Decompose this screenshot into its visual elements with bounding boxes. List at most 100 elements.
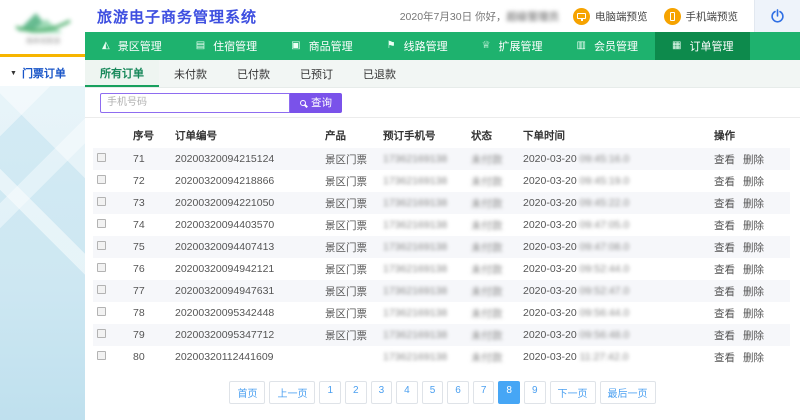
row-checkbox[interactable] xyxy=(97,175,106,184)
cell-seq: 72 xyxy=(129,170,171,192)
nav-item-scenic-spot[interactable]: ◭景区管理 xyxy=(85,32,179,60)
row-checkbox[interactable] xyxy=(97,329,106,338)
view-link[interactable]: 查看 xyxy=(714,176,735,188)
nav-item-hotel[interactable]: ▤住宿管理 xyxy=(179,32,274,60)
table-row: 73 20200320094221050 景区门票 17362169138 未付… xyxy=(93,192,790,214)
delete-link[interactable]: 删除 xyxy=(743,220,764,232)
page-1[interactable]: 1 xyxy=(319,381,341,404)
delete-link[interactable]: 删除 xyxy=(743,176,764,188)
cell-status: 未付款 xyxy=(467,148,519,170)
page-5[interactable]: 5 xyxy=(422,381,444,404)
main-content: 所有订单未付款已付款已预订已退款 查询 序号 订单编号 产 xyxy=(85,60,800,420)
cell-order-time: 2020-03-20 09:52:47.0 xyxy=(519,280,661,302)
cell-actions: 查看删除 xyxy=(710,236,790,258)
nav-item-goods[interactable]: ▣商品管理 xyxy=(274,32,369,60)
cell-phone: 17362169138 xyxy=(379,280,467,302)
tab-4[interactable]: 已退款 xyxy=(348,60,411,87)
tab-1[interactable]: 未付款 xyxy=(159,60,222,87)
view-link[interactable]: 查看 xyxy=(714,154,735,166)
page-first[interactable]: 首页 xyxy=(229,381,265,404)
page-7[interactable]: 7 xyxy=(473,381,495,404)
delete-link[interactable]: 删除 xyxy=(743,286,764,298)
view-link[interactable]: 查看 xyxy=(714,308,735,320)
row-checkbox[interactable] xyxy=(97,285,106,294)
cell-phone: 17362169138 xyxy=(379,236,467,258)
cell-order-time: 2020-03-20 09:47:08.0 xyxy=(519,236,661,258)
cell-order-no: 20200320094215124 xyxy=(171,148,321,170)
current-user-name: 超级管理员 xyxy=(507,9,560,24)
row-checkbox[interactable] xyxy=(97,219,106,228)
cell-product: 景区门票 xyxy=(321,236,379,258)
view-link[interactable]: 查看 xyxy=(714,198,735,210)
cell-product: 景区门票 xyxy=(321,258,379,280)
row-checkbox[interactable] xyxy=(97,263,106,272)
cell-phone: 17362169138 xyxy=(379,346,467,368)
mobile-preview-button[interactable]: 手机端预览 xyxy=(664,8,739,25)
view-link[interactable]: 查看 xyxy=(714,286,735,298)
cell-order-time: 2020-03-20 09:47:05.0 xyxy=(519,214,661,236)
cell-order-time: 2020-03-20 09:56:44.0 xyxy=(519,302,661,324)
logout-button[interactable] xyxy=(754,0,800,32)
goods-icon: ▣ xyxy=(291,41,300,51)
page-9[interactable]: 9 xyxy=(524,381,546,404)
header-controls: 2020年7月30日 你好， 超级管理员 电脑端预览 手机端预览 xyxy=(400,0,800,32)
cell-product: 景区门票 xyxy=(321,148,379,170)
search-button[interactable]: 查询 xyxy=(290,93,342,113)
main-nav: ◭景区管理▤住宿管理▣商品管理 ⚑ 线路管理 ♕扩展管理▥会员管理▦订单管理 xyxy=(85,32,800,60)
nav-item-route[interactable]: ⚑ 线路管理 xyxy=(370,32,465,60)
page-3[interactable]: 3 xyxy=(371,381,393,404)
view-link[interactable]: 查看 xyxy=(714,220,735,232)
view-link[interactable]: 查看 xyxy=(714,242,735,254)
app-window: 旅游电子商务管理系统 2020年7月30日 你好， 超级管理员 电脑端预览 手机… xyxy=(0,0,800,420)
phone-search-input[interactable] xyxy=(100,93,290,113)
cell-actions: 查看删除 xyxy=(710,170,790,192)
cell-order-time: 2020-03-20 09:45:16.0 xyxy=(519,148,661,170)
tab-3[interactable]: 已预订 xyxy=(285,60,348,87)
delete-link[interactable]: 删除 xyxy=(743,242,764,254)
sidebar-background-pattern xyxy=(0,86,85,420)
cell-order-time: 2020-03-20 09:52:44.0 xyxy=(519,258,661,280)
nav-item-label: 扩展管理 xyxy=(499,38,543,54)
view-link[interactable]: 查看 xyxy=(714,330,735,342)
page-prev[interactable]: 上一页 xyxy=(269,381,315,404)
page-6[interactable]: 6 xyxy=(447,381,469,404)
nav-item-order[interactable]: ▦订单管理 xyxy=(655,32,750,60)
page-4[interactable]: 4 xyxy=(396,381,418,404)
delete-link[interactable]: 删除 xyxy=(743,330,764,342)
nav-item-extension[interactable]: ♕扩展管理 xyxy=(465,32,560,60)
nav-item-label: 景区管理 xyxy=(118,38,162,54)
delete-link[interactable]: 删除 xyxy=(743,352,764,364)
page-last[interactable]: 最后一页 xyxy=(600,381,656,404)
route-icon: ⚑ xyxy=(387,41,396,51)
pc-preview-button[interactable]: 电脑端预览 xyxy=(573,8,648,25)
page-2[interactable]: 2 xyxy=(345,381,367,404)
page-8[interactable]: 8 xyxy=(498,381,520,404)
search-icon xyxy=(300,100,306,106)
tab-0[interactable]: 所有订单 xyxy=(85,60,159,87)
row-checkbox[interactable] xyxy=(97,197,106,206)
row-checkbox[interactable] xyxy=(97,307,106,316)
smartphone-icon xyxy=(664,8,681,25)
sidebar-item-ticket-orders[interactable]: ▼ 门票订单 xyxy=(0,60,85,86)
cell-seq: 71 xyxy=(129,148,171,170)
cell-phone: 17362169138 xyxy=(379,170,467,192)
delete-link[interactable]: 删除 xyxy=(743,198,764,210)
tab-2[interactable]: 已付款 xyxy=(222,60,285,87)
logo-image: 海岸线智旅 xyxy=(12,7,74,47)
cell-product: 景区门票 xyxy=(321,170,379,192)
date-greeting: 2020年7月30日 你好， xyxy=(400,9,507,24)
caret-down-icon: ▼ xyxy=(10,70,17,77)
page-next[interactable]: 下一页 xyxy=(550,381,596,404)
delete-link[interactable]: 删除 xyxy=(743,154,764,166)
table-row: 80 20200320112441609 17362169138 未付款 202… xyxy=(93,346,790,368)
row-checkbox[interactable] xyxy=(97,241,106,250)
nav-item-label: 线路管理 xyxy=(404,38,448,54)
view-link[interactable]: 查看 xyxy=(714,352,735,364)
delete-link[interactable]: 删除 xyxy=(743,264,764,276)
nav-item-member[interactable]: ▥会员管理 xyxy=(560,32,655,60)
row-checkbox[interactable] xyxy=(97,351,106,360)
delete-link[interactable]: 删除 xyxy=(743,308,764,320)
cell-order-time: 2020-03-20 09:45:19.0 xyxy=(519,170,661,192)
view-link[interactable]: 查看 xyxy=(714,264,735,276)
row-checkbox[interactable] xyxy=(97,153,106,162)
